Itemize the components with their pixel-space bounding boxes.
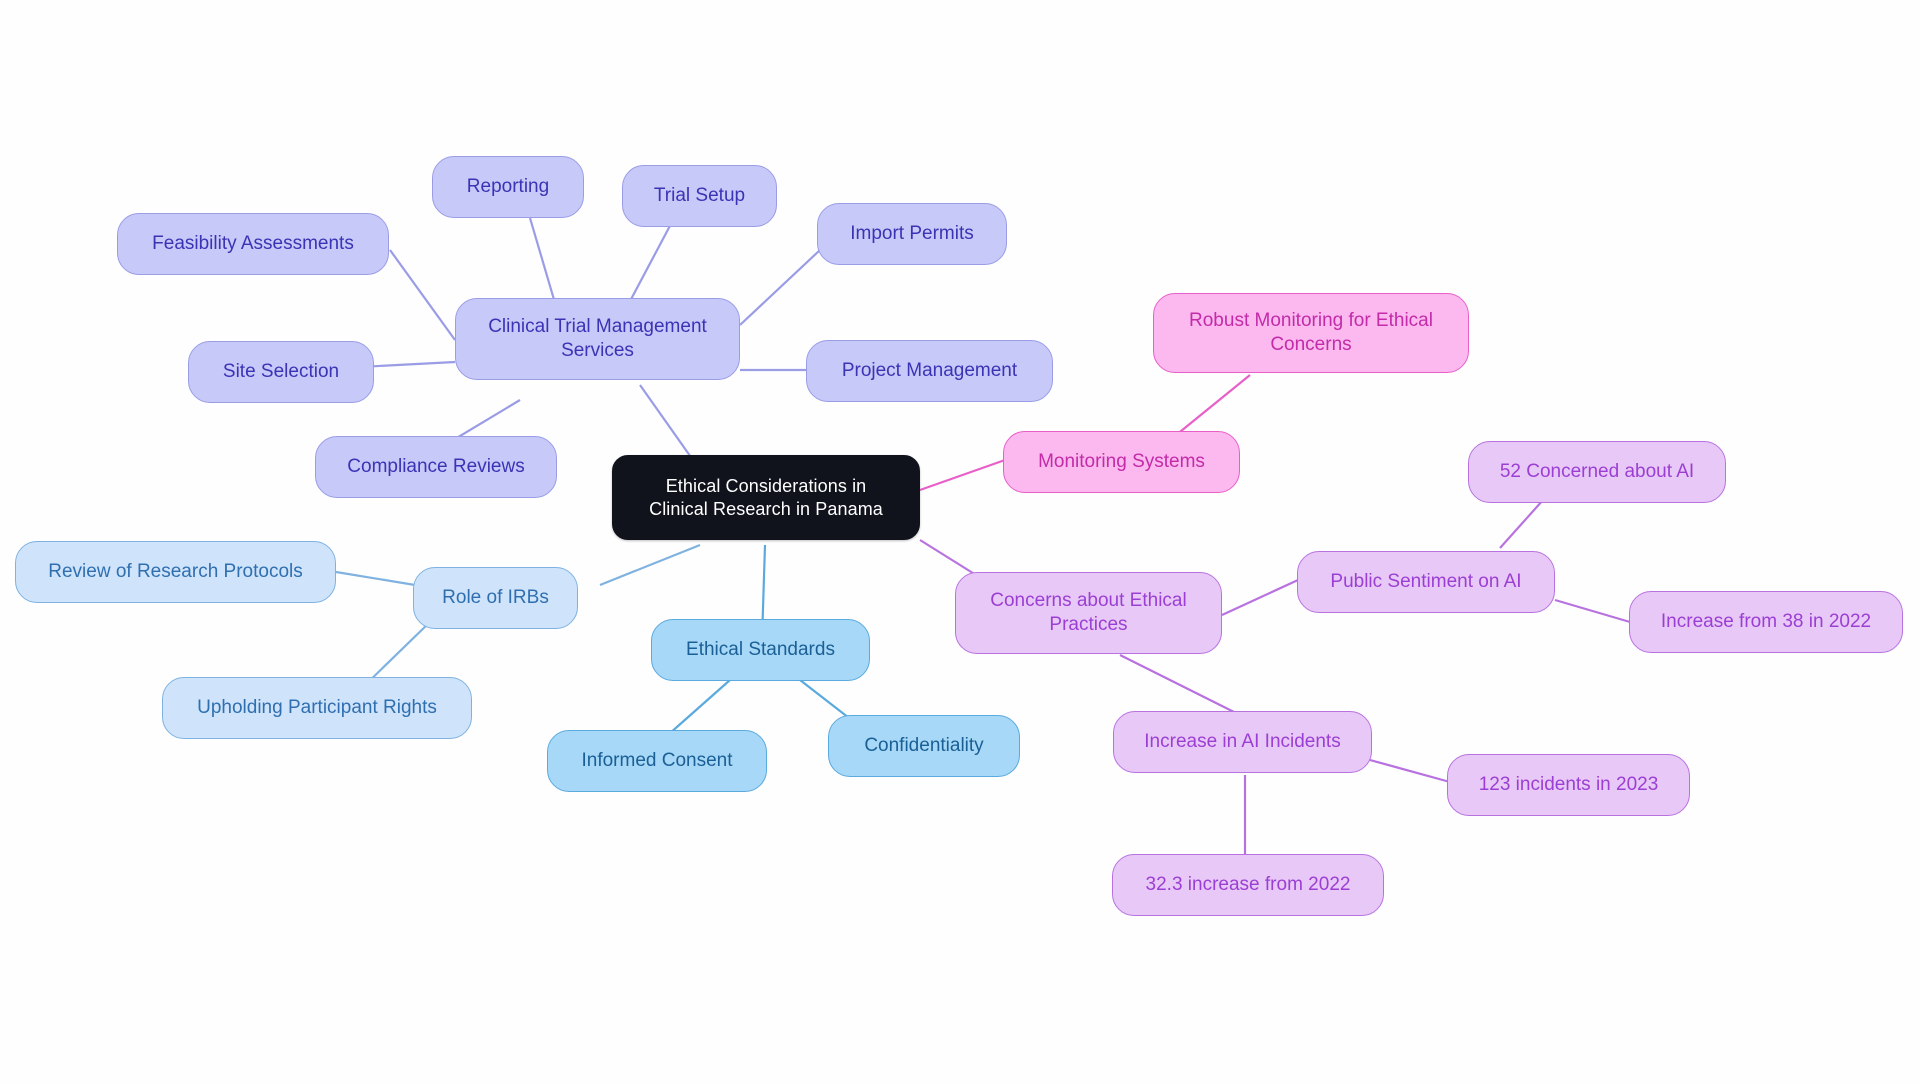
branch-node-ethical-standards[interactable]: Ethical Standards	[651, 619, 870, 681]
leaf-node-confidentiality[interactable]: Confidentiality	[828, 715, 1020, 777]
leaf-node-123-incidents-in-2023[interactable]: 123 incidents in 2023	[1447, 754, 1690, 816]
mindmap-canvas: Ethical Considerations in Clinical Resea…	[0, 0, 1920, 1083]
leaf-node-32-3-increase-from-2022[interactable]: 32.3 increase from 2022	[1112, 854, 1384, 916]
leaf-node-upholding-participant-rights[interactable]: Upholding Participant Rights	[162, 677, 472, 739]
leaf-node-increase-in-ai-incidents[interactable]: Increase in AI Incidents	[1113, 711, 1372, 773]
leaf-node-import-permits[interactable]: Import Permits	[817, 203, 1007, 265]
leaf-node-trial-setup[interactable]: Trial Setup	[622, 165, 777, 227]
leaf-node-public-sentiment-on-ai[interactable]: Public Sentiment on AI	[1297, 551, 1555, 613]
branch-node-concerns-about-ethical-practices[interactable]: Concerns about Ethical Practices	[955, 572, 1222, 654]
leaf-node-site-selection[interactable]: Site Selection	[188, 341, 374, 403]
leaf-node-compliance-reviews[interactable]: Compliance Reviews	[315, 436, 557, 498]
leaf-node-informed-consent[interactable]: Informed Consent	[547, 730, 767, 792]
leaf-node-reporting[interactable]: Reporting	[432, 156, 584, 218]
leaf-node-robust-monitoring-for-ethical-concerns[interactable]: Robust Monitoring for Ethical Concerns	[1153, 293, 1469, 373]
branch-node-role-of-irbs[interactable]: Role of IRBs	[413, 567, 578, 629]
leaf-node-review-of-research-protocols[interactable]: Review of Research Protocols	[15, 541, 336, 603]
leaf-node-increase-from-38-in-2022[interactable]: Increase from 38 in 2022	[1629, 591, 1903, 653]
branch-node-monitoring-systems[interactable]: Monitoring Systems	[1003, 431, 1240, 493]
leaf-node-52-concerned-about-ai[interactable]: 52 Concerned about AI	[1468, 441, 1726, 503]
branch-node-clinical-trial-management-services[interactable]: Clinical Trial Management Services	[455, 298, 740, 380]
leaf-node-project-management[interactable]: Project Management	[806, 340, 1053, 402]
root-node[interactable]: Ethical Considerations in Clinical Resea…	[612, 455, 920, 540]
leaf-node-feasibility-assessments[interactable]: Feasibility Assessments	[117, 213, 389, 275]
